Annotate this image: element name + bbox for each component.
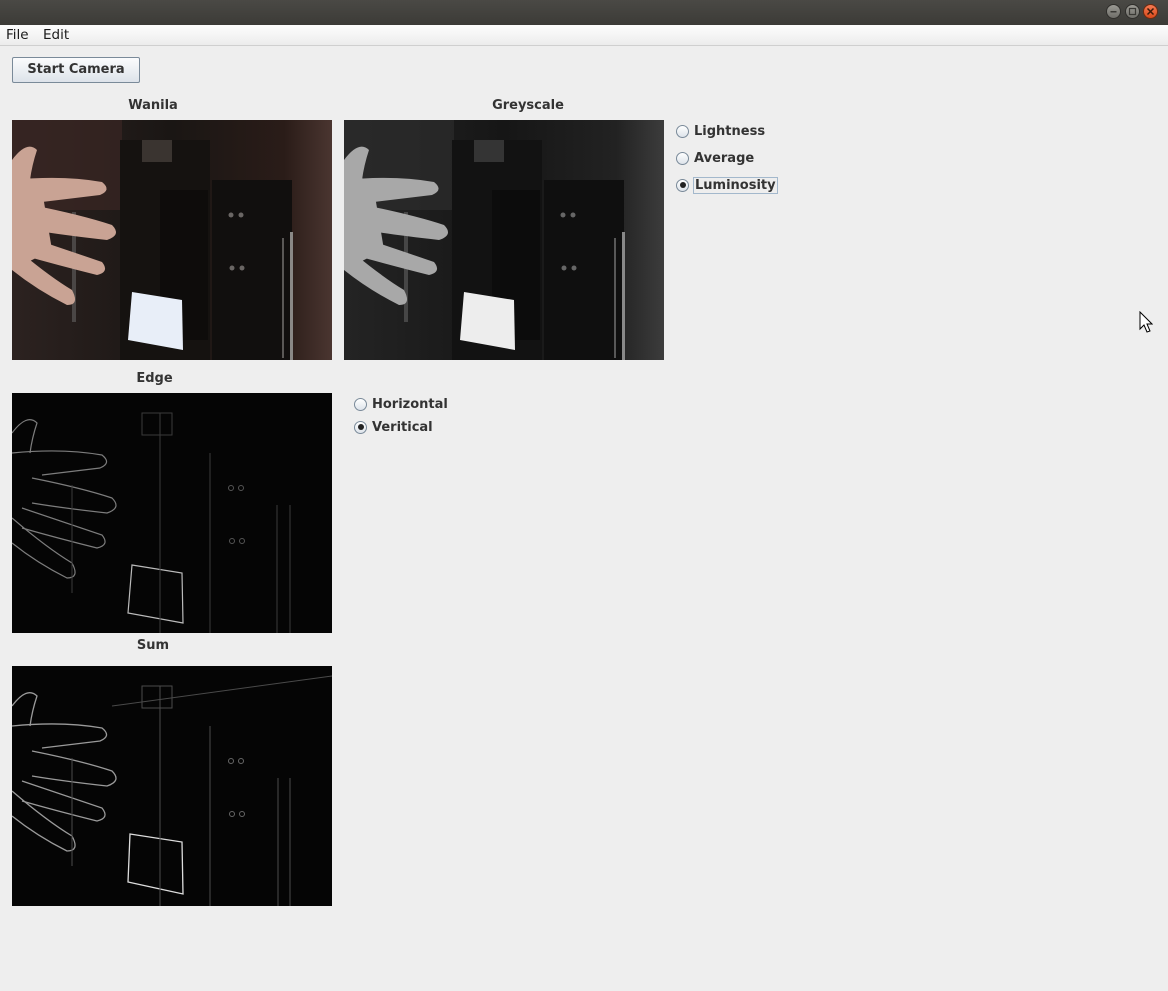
maximize-icon	[1128, 7, 1137, 16]
edge-camera-view	[12, 393, 332, 633]
radio-lightness[interactable]: Lightness	[676, 122, 765, 140]
radio-button[interactable]	[676, 151, 689, 165]
original-panel-label: Wanila	[128, 98, 178, 113]
radio-average-label: Average	[694, 150, 755, 166]
maximize-button[interactable]	[1125, 4, 1140, 19]
radio-button[interactable]	[676, 124, 689, 138]
edge-panel-label: Edge	[136, 371, 173, 386]
radio-button[interactable]	[676, 178, 689, 192]
mouse-pointer-icon	[1139, 311, 1153, 333]
radio-luminosity[interactable]: Luminosity	[676, 176, 778, 194]
radio-average[interactable]: Average	[676, 149, 754, 167]
close-button[interactable]	[1143, 4, 1158, 19]
menu-bar: File Edit	[0, 25, 1168, 46]
start-camera-button[interactable]: Start Camera	[12, 57, 140, 83]
greyscale-panel-label: Greyscale	[492, 98, 564, 113]
greyscale-camera-view	[344, 120, 664, 360]
radio-vertical-label: Veritical	[372, 419, 433, 435]
original-camera-view	[12, 120, 332, 360]
radio-horizontal[interactable]: Horizontal	[354, 395, 448, 413]
sum-panel-label: Sum	[136, 638, 170, 653]
app-window: File Edit Start Camera Wanila Greyscale …	[0, 0, 1168, 991]
menu-file[interactable]: File	[6, 27, 29, 43]
sum-camera-view	[12, 666, 332, 906]
close-icon	[1146, 7, 1155, 16]
menu-edit[interactable]: Edit	[43, 27, 69, 43]
radio-vertical[interactable]: Veritical	[354, 418, 433, 436]
radio-luminosity-label: Luminosity	[693, 176, 778, 194]
radio-button[interactable]	[354, 397, 367, 411]
radio-horizontal-label: Horizontal	[372, 396, 448, 412]
radio-button[interactable]	[354, 420, 367, 434]
minimize-icon	[1110, 11, 1117, 13]
radio-lightness-label: Lightness	[694, 123, 766, 139]
minimize-button[interactable]	[1106, 4, 1121, 19]
title-bar	[0, 0, 1168, 25]
